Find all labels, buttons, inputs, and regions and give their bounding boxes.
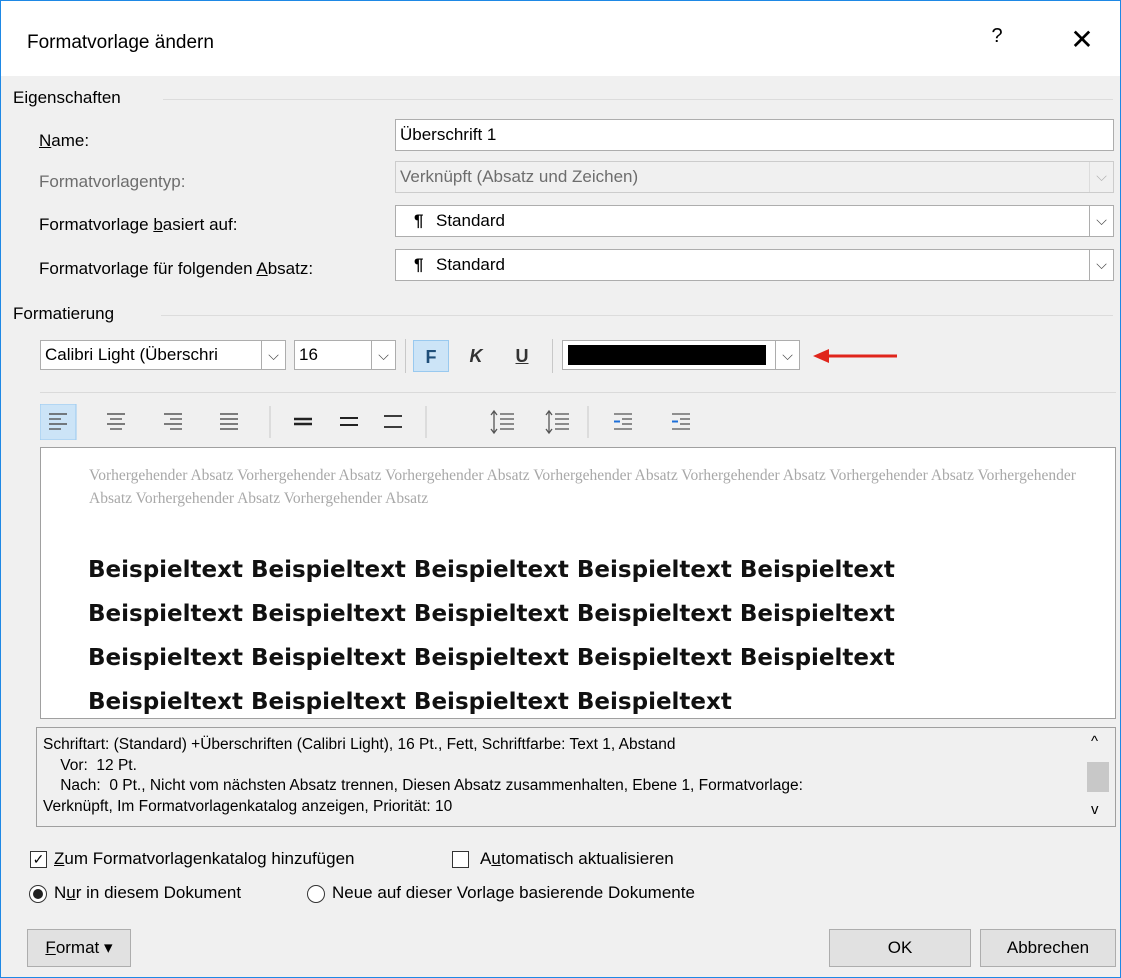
radio-selected-dot — [33, 889, 43, 899]
dialog-title: Formatvorlage ändern — [27, 32, 214, 53]
next-paragraph-select[interactable]: ¶ Standard ⌵ — [395, 249, 1114, 281]
based-on-value: Standard — [436, 211, 505, 230]
chevron-down-icon[interactable]: ⌵ — [371, 341, 395, 369]
scroll-up-icon[interactable]: ^ — [1091, 732, 1098, 753]
paragraph-icon: ¶ — [414, 211, 424, 230]
title-bar: Formatvorlage ändern ? ✕ — [1, 1, 1120, 76]
font-value: Calibri Light (Überschri — [45, 345, 218, 364]
single-spacing-button[interactable] — [284, 404, 320, 440]
properties-group-line — [163, 99, 1113, 100]
toolbar-divider — [40, 392, 1116, 393]
double-spacing-button[interactable] — [374, 404, 410, 440]
name-input[interactable]: Überschrift 1 — [395, 119, 1114, 151]
align-center-button[interactable] — [97, 404, 133, 440]
help-button[interactable]: ? — [982, 25, 1012, 48]
space-after-button[interactable] — [539, 404, 575, 440]
sample-line: Beispieltext Beispieltext Beispieltext B… — [88, 689, 732, 715]
add-to-gallery-checkbox[interactable]: ✓ — [30, 851, 47, 868]
align-justify-button[interactable] — [210, 404, 246, 440]
font-color-select[interactable]: ⌵ — [562, 340, 800, 370]
sample-line: Beispieltext Beispieltext Beispieltext B… — [88, 645, 895, 671]
auto-update-label: Automatisch aktualisieren — [480, 849, 674, 868]
style-type-label: Formatvorlagentyp: — [39, 172, 186, 191]
font-color-swatch — [568, 345, 766, 365]
close-icon: ✕ — [1070, 24, 1094, 55]
align-right-button[interactable] — [154, 404, 190, 440]
font-size-value: 16 — [299, 345, 318, 364]
space-before-button[interactable] — [484, 404, 520, 440]
sample-line: Beispieltext Beispieltext Beispieltext B… — [88, 601, 895, 627]
decrease-indent-button[interactable] — [604, 404, 640, 440]
new-documents-radio[interactable] — [307, 885, 325, 903]
description-scrollbar[interactable]: ^ v — [1083, 728, 1115, 826]
toolbar-separator — [405, 339, 406, 373]
name-label: Name: — [39, 131, 90, 150]
paragraph-icon: ¶ — [414, 255, 424, 274]
chevron-down-icon[interactable]: ⌵ — [775, 341, 799, 369]
annotation-arrow-icon — [813, 349, 897, 363]
formatting-group-line — [161, 315, 1113, 316]
only-this-document-label: Nur in diesem Dokument — [54, 883, 242, 902]
style-preview: Vorhergehender Absatz Vorhergehender Abs… — [40, 447, 1116, 719]
close-button[interactable]: ✕ — [1062, 20, 1102, 60]
one-half-spacing-button[interactable] — [330, 404, 366, 440]
style-description: Schriftart: (Standard) +Überschriften (C… — [36, 727, 1116, 827]
based-on-select[interactable]: ¶ Standard ⌵ — [395, 205, 1114, 237]
dropdown-arrow-icon: ▾ — [104, 938, 113, 957]
style-description-text: Schriftart: (Standard) +Überschriften (C… — [43, 736, 803, 815]
properties-group-label: Eigenschaften — [13, 88, 121, 107]
scroll-down-icon[interactable]: v — [1091, 800, 1099, 821]
style-type-value: Verknüpft (Absatz und Zeichen) — [400, 167, 639, 186]
cancel-button[interactable]: Abbrechen — [980, 929, 1116, 967]
modify-style-dialog: Formatvorlage ändern ? ✕ Eigenschaften N… — [0, 0, 1121, 978]
new-documents-label: Neue auf dieser Vorlage basierende Dokum… — [332, 883, 695, 902]
formatting-group-label: Formatierung — [13, 304, 115, 323]
underline-button[interactable]: U — [506, 340, 538, 372]
based-on-label: Formatvorlage basiert auf: — [39, 215, 238, 234]
add-to-gallery-label: Zum Formatvorlagenkatalog hinzufügen — [54, 849, 355, 868]
italic-button[interactable]: K — [460, 340, 492, 372]
scroll-thumb[interactable] — [1087, 762, 1109, 792]
font-select[interactable]: Calibri Light (Überschri ⌵ — [40, 340, 286, 370]
name-input-value: Überschrift 1 — [400, 125, 497, 144]
sample-line: Beispieltext Beispieltext Beispieltext B… — [88, 557, 895, 583]
only-this-document-radio[interactable] — [29, 885, 47, 903]
previous-paragraph-text: Vorhergehender Absatz Vorhergehender Abs… — [89, 467, 1076, 507]
chevron-down-icon: ⌵ — [1089, 162, 1113, 192]
bold-button[interactable]: F — [413, 340, 449, 372]
chevron-down-icon[interactable]: ⌵ — [261, 341, 285, 369]
chevron-down-icon[interactable]: ⌵ — [1089, 250, 1113, 280]
auto-update-checkbox[interactable] — [452, 851, 469, 868]
sample-text: Beispieltext Beispieltext Beispieltext B… — [88, 548, 1098, 724]
font-size-select[interactable]: 16 ⌵ — [294, 340, 396, 370]
style-type-select: Verknüpft (Absatz und Zeichen) ⌵ — [395, 161, 1114, 193]
increase-indent-button[interactable] — [662, 404, 698, 440]
align-left-button[interactable] — [40, 404, 76, 440]
toolbar-separator — [552, 339, 553, 373]
chevron-down-icon[interactable]: ⌵ — [1089, 206, 1113, 236]
next-paragraph-label: Formatvorlage für folgenden Absatz: — [39, 259, 314, 278]
ok-button[interactable]: OK — [829, 929, 971, 967]
format-menu-button[interactable]: Format ▾ — [27, 929, 131, 967]
next-paragraph-value: Standard — [436, 255, 505, 274]
